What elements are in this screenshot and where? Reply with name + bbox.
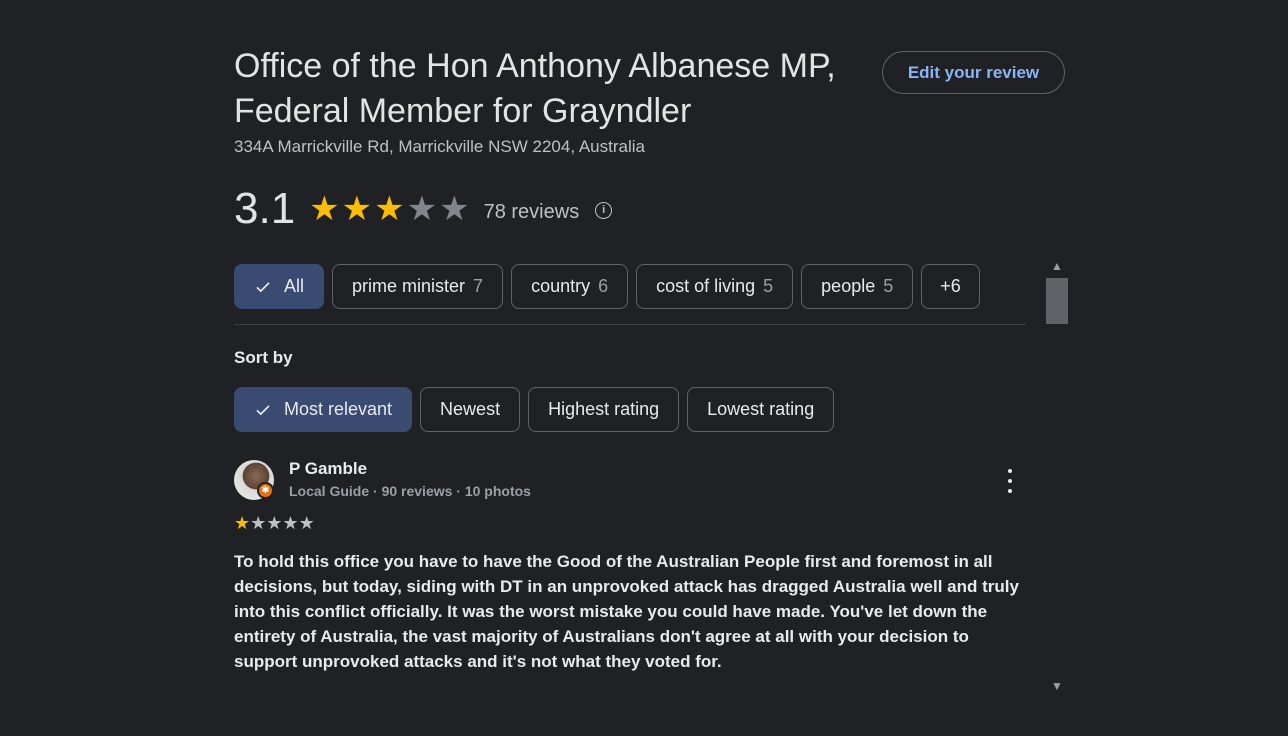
star-icon: ★ — [266, 513, 283, 533]
divider — [234, 324, 1026, 325]
sort-label: Sort by — [234, 348, 293, 367]
sort-option-label: Lowest rating — [707, 399, 815, 419]
chip-label: people — [821, 276, 876, 296]
scroll-up-icon[interactable]: ▲ — [1046, 258, 1068, 274]
info-icon[interactable]: i — [595, 201, 613, 219]
sort-option[interactable]: Newest — [420, 387, 521, 432]
place-header: Office of the Hon Anthony Albanese MP, F… — [234, 44, 1068, 233]
star-icon: ★ — [374, 190, 405, 228]
edit-review-button[interactable]: Edit your review — [882, 51, 1065, 94]
sort-option-label: Most relevant — [284, 399, 393, 419]
topic-chip[interactable]: All — [234, 264, 325, 309]
topic-chip[interactable]: prime minister 7 — [332, 264, 504, 309]
chip-count: 5 — [763, 276, 774, 296]
reviews-count[interactable]: 78 reviews — [484, 201, 580, 224]
sort-option-label: Highest rating — [548, 399, 660, 419]
page-title: Office of the Hon Anthony Albanese MP, F… — [234, 44, 874, 134]
star-icon: ★ — [298, 513, 315, 533]
star-icon: ★ — [406, 190, 438, 228]
chip-label: All — [284, 276, 305, 296]
topic-chip[interactable]: people 5 — [801, 264, 914, 309]
place-address: 334A Marrickville Rd, Marrickville NSW 2… — [234, 137, 645, 156]
reviewer-meta: Local Guide · 90 reviews · 10 photos — [289, 483, 531, 499]
local-guide-badge-icon: ✱ — [257, 482, 274, 499]
more-options-icon[interactable] — [1000, 469, 1020, 493]
sort-options-row: Most relevant Newest Highest rating Lowest … — [234, 387, 835, 432]
star-icon: ★ — [309, 190, 340, 228]
star-icon: ★ — [439, 190, 470, 228]
chip-count: 5 — [883, 276, 894, 296]
chip-label: country — [531, 276, 591, 296]
star-icon: ★ — [234, 513, 251, 533]
review-text: To hold this office you have to have the… — [234, 552, 1019, 671]
rating-value: 3.1 — [234, 184, 296, 233]
sort-option[interactable]: Lowest rating — [687, 387, 835, 432]
topic-chip[interactable]: country 6 — [511, 264, 629, 309]
review-stars: ★ ★ ★ ★ ★ — [234, 514, 315, 532]
topic-chip[interactable]: cost of living 5 — [636, 264, 794, 309]
sort-option[interactable]: Highest rating — [528, 387, 680, 432]
sort-option-label: Newest — [440, 399, 501, 419]
title-line-1: Office of the Hon Anthony Albanese MP, — [234, 47, 836, 85]
topic-chip[interactable]: +6 — [921, 264, 980, 309]
rating-stars: ★ ★ ★ ★ ★ — [309, 192, 469, 226]
topic-filter-row: All prime minister 7 country 6 cost of living… — [234, 264, 980, 309]
rating-summary: 3.1 ★ ★ ★ ★ ★ 78 reviews i — [234, 184, 613, 234]
reviews-panel: All prime minister 7 country 6 cost of living… — [234, 256, 1068, 696]
scrollbar-thumb[interactable] — [1046, 278, 1068, 324]
sort-option[interactable]: Most relevant — [234, 387, 413, 432]
title-line-2: Federal Member for Grayndler — [234, 92, 692, 130]
check-icon — [256, 404, 270, 415]
scroll-down-icon[interactable]: ▼ — [1046, 678, 1068, 694]
chip-count: 6 — [598, 276, 609, 296]
check-icon — [256, 281, 270, 292]
chip-label: +6 — [940, 276, 961, 296]
scrollbar[interactable]: ▲ ▼ — [1046, 256, 1068, 696]
star-icon: ★ — [250, 513, 267, 533]
chip-count: 7 — [473, 276, 484, 296]
star-icon: ★ — [341, 190, 373, 228]
chip-label: prime minister — [352, 276, 466, 296]
star-icon: ★ — [282, 513, 299, 533]
chip-label: cost of living — [656, 276, 756, 296]
reviewer-name[interactable]: P Gamble — [289, 459, 367, 479]
